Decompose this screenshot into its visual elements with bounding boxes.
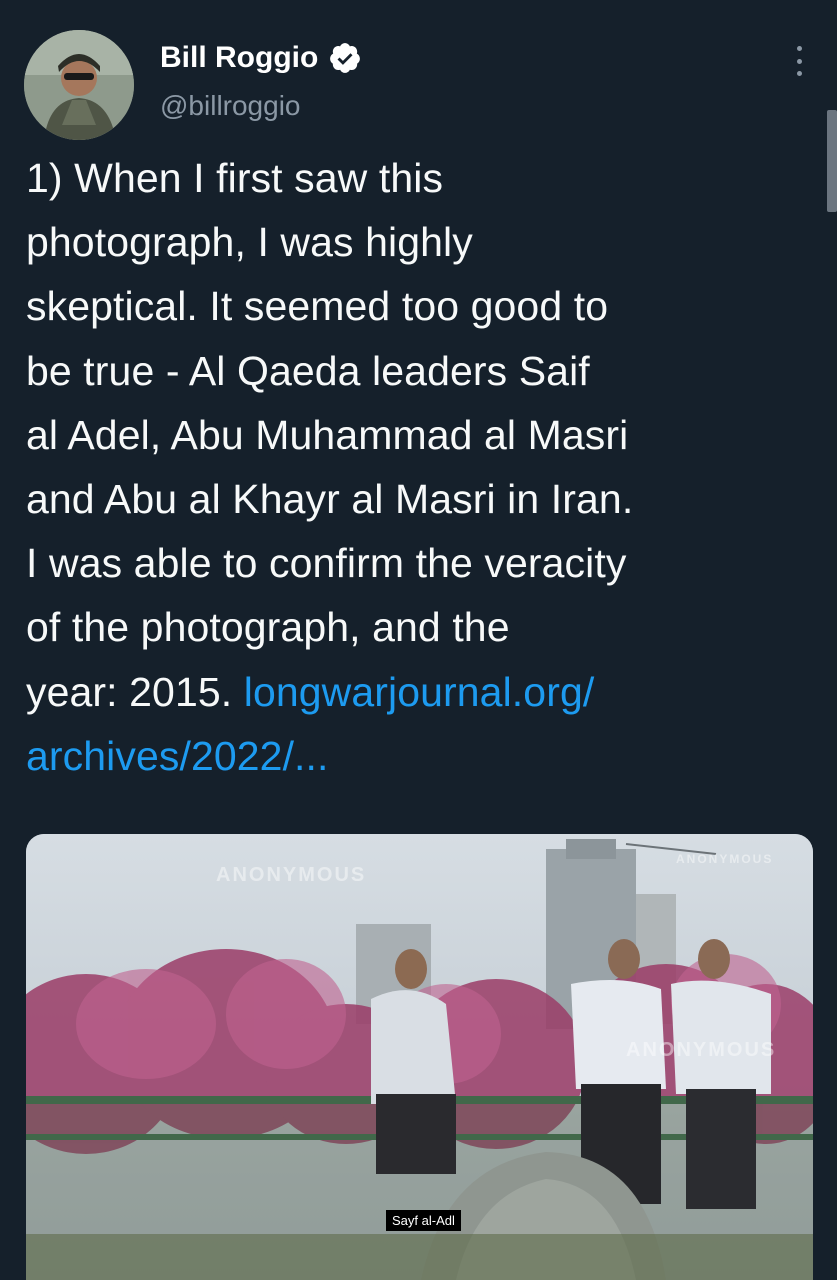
more-dot (796, 58, 802, 64)
tweet-body: 1) When I first saw this photograph, I w… (26, 155, 634, 715)
name-row: Bill Roggio (160, 38, 362, 78)
scrollbar[interactable] (827, 110, 837, 212)
tweet: Bill Roggio @billroggio 1) When I first … (0, 0, 837, 1280)
verified-badge-icon (328, 41, 362, 75)
avatar[interactable] (24, 30, 134, 140)
photo-caption: Sayf al-Adl (386, 1210, 461, 1231)
more-vertical-icon[interactable] (789, 46, 809, 76)
avatar-image (24, 30, 134, 140)
tweet-text: 1) When I first saw this photograph, I w… (26, 146, 806, 788)
author-handle[interactable]: @billroggio (160, 86, 362, 126)
more-dot (796, 46, 802, 51)
watermark-mid: ANONYMOUS (216, 864, 367, 886)
author-name[interactable]: Bill Roggio (160, 38, 318, 78)
watermark-bottom: ANONYMOUS (626, 1039, 777, 1061)
watermark-top: ANONYMOUS (676, 852, 774, 866)
author-block: Bill Roggio @billroggio (160, 38, 362, 126)
more-dot (796, 71, 802, 76)
tweet-photo[interactable]: ANONYMOUS ANONYMOUS ANONYMOUS Sayf al-Ad… (26, 834, 813, 1280)
